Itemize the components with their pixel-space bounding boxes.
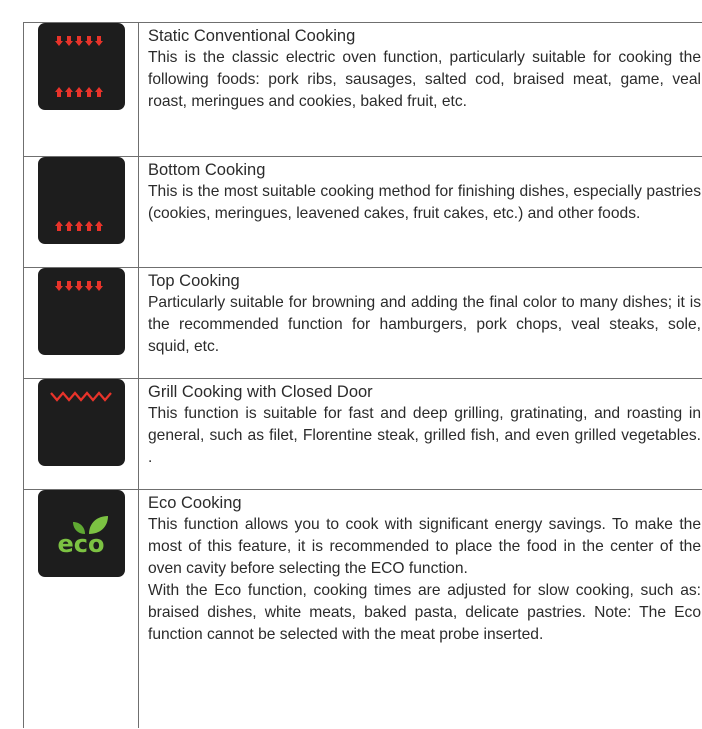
function-description: This is the classic electric oven functi… <box>148 49 701 110</box>
function-title: Bottom Cooking <box>148 161 266 179</box>
icon-cell <box>23 156 139 268</box>
function-title: Grill Cooking with Closed Door <box>148 383 373 401</box>
function-description: This function is suitable for fast and d… <box>148 405 701 466</box>
function-title: Top Cooking <box>148 272 240 290</box>
grill-icon <box>37 379 125 466</box>
function-row-top: Top Cooking Particularly suitable for br… <box>23 267 702 379</box>
bottom-heat-icon <box>37 157 125 244</box>
text-cell: Top Cooking Particularly suitable for br… <box>138 267 702 379</box>
function-title: Static Conventional Cooking <box>148 27 356 45</box>
function-row-eco: eco Eco Cooking This function allows you… <box>23 489 702 728</box>
top-bottom-heat-icon <box>37 23 125 110</box>
function-row-static: Static Conventional Cooking This is the … <box>23 22 702 157</box>
text-cell: Static Conventional Cooking This is the … <box>138 22 702 157</box>
eco-icon-label: eco <box>57 530 104 558</box>
icon-cell <box>23 267 139 379</box>
function-description: Particularly suitable for browning and a… <box>148 294 701 355</box>
function-row-grill: Grill Cooking with Closed Door This func… <box>23 378 702 490</box>
function-row-bottom: Bottom Cooking This is the most suitable… <box>23 156 702 268</box>
icon-cell <box>23 378 139 490</box>
top-heat-icon <box>37 268 125 355</box>
text-cell: Grill Cooking with Closed Door This func… <box>138 378 702 490</box>
function-description: This is the most suitable cooking method… <box>148 183 701 222</box>
icon-cell: eco <box>23 489 139 728</box>
function-description: This function allows you to cook with si… <box>148 516 701 577</box>
text-cell: Bottom Cooking This is the most suitable… <box>138 156 702 268</box>
function-description: With the Eco function, cooking times are… <box>148 582 701 643</box>
text-cell: Eco Cooking This function allows you to … <box>138 489 702 728</box>
eco-icon: eco <box>37 490 125 577</box>
function-title: Eco Cooking <box>148 494 242 512</box>
oven-functions-table: Static Conventional Cooking This is the … <box>23 22 702 728</box>
icon-cell <box>23 22 139 157</box>
